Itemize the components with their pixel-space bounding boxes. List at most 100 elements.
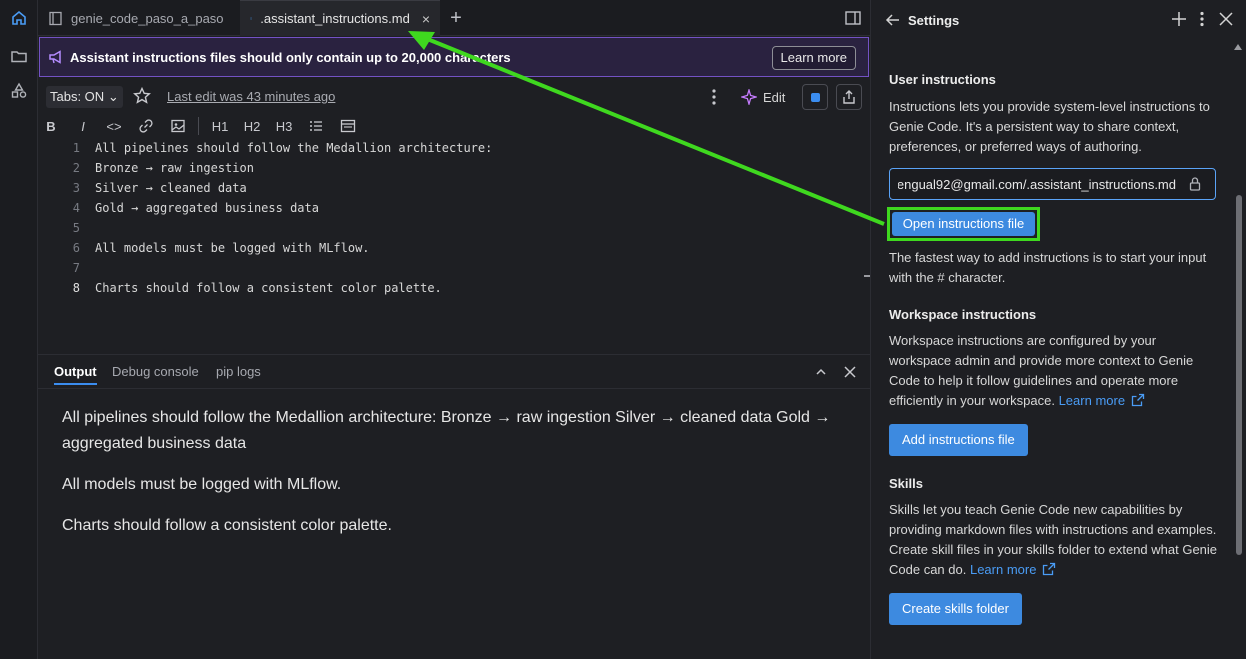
share-button[interactable] [836,84,862,110]
line-text: Bronze → raw ingestion [95,161,254,175]
section-heading: User instructions [889,72,996,87]
shapes-icon[interactable] [7,79,31,103]
open-instructions-file-button[interactable]: Open instructions file [892,212,1035,236]
record-button[interactable] [802,84,828,110]
more-options-icon[interactable] [706,87,722,107]
character-limit-banner: Assistant instructions files should only… [39,37,869,77]
code-line: 6 All models must be logged with MLflow. [38,238,862,258]
line-number: 3 [72,181,80,195]
chevron-down-icon: ⌄ [107,89,119,104]
tab-debug-console[interactable]: Debug console [112,364,199,379]
bulleted-list-button[interactable] [306,117,326,135]
close-icon[interactable]: × [422,11,430,27]
output-panel: Output Debug console pip logs All pipeli… [38,354,870,659]
code-line: 2 Bronze → raw ingestion [38,158,862,178]
tab-instructions-file[interactable]: .assistant_instructions.md × [240,0,440,36]
close-icon[interactable] [1218,11,1234,27]
code-line: 1 All pipelines should follow the Medalli… [38,138,862,158]
h1-button[interactable]: H1 [210,117,230,135]
tab-label: .assistant_instructions.md [260,11,410,26]
line-number: 2 [72,161,80,175]
megaphone-icon [49,50,61,64]
divider [198,117,199,135]
image-button[interactable] [168,117,188,135]
fastest-tip: The fastest way to add instructions is t… [889,250,1207,285]
line-number: 4 [72,201,80,215]
section-heading: Workspace instructions [889,307,1037,322]
instructions-path-input[interactable] [890,169,1176,199]
share-icon [843,90,855,104]
scroll-up-icon[interactable] [1234,44,1242,50]
settings-pane: Settings User instructions Instructions … [870,0,1246,659]
workspace-desc-text: Workspace instructions are configured by… [889,333,1194,408]
tab-bar: genie_code_paso_a_paso .assistant_instru… [38,0,870,36]
learn-more-link[interactable]: Learn more [1059,393,1125,408]
instructions-path-field[interactable] [889,168,1216,200]
learn-more-link[interactable]: Learn more [970,562,1036,577]
table-icon [340,119,356,133]
output-paragraph: All models must be logged with MLflow. [62,476,342,493]
create-skills-folder-button[interactable]: Create skills folder [889,593,1022,625]
code-line: 4 Gold → aggregated business data [38,198,862,218]
settings-scrollbar[interactable] [1233,40,1243,659]
tab-notebook[interactable]: genie_code_paso_a_paso [38,0,240,36]
line-number: 8 [72,281,80,295]
arrow-left-icon[interactable] [885,12,901,28]
tab-label: genie_code_paso_a_paso [71,10,224,26]
editor-toolbar: Tabs: ON ⌄ Last edit was 43 minutes ago … [38,82,870,112]
table-button[interactable] [338,117,358,135]
list-icon [310,121,322,131]
star-icon[interactable] [132,86,152,106]
skills-section: Skills Skills let you teach Genie Code n… [889,474,1221,580]
external-link-icon[interactable] [1042,562,1056,576]
folder-icon[interactable] [7,44,31,68]
code-line: 7 [38,258,862,278]
output-paragraph: Charts should follow a consistent color … [62,517,392,534]
scroll-thumb[interactable] [1236,195,1242,555]
code-button[interactable]: <> [104,117,124,135]
h2-button[interactable]: H2 [242,117,262,135]
more-options-icon[interactable] [1194,10,1210,28]
editor-scrollbar[interactable] [862,138,870,350]
last-edit-link[interactable]: Last edit was 43 minutes ago [167,89,335,104]
line-number: 1 [72,141,80,155]
output-paragraph: All pipelines should follow the Medallio… [62,409,831,452]
line-text: Charts should follow a consistent color … [95,281,442,295]
notebook-icon [49,11,62,25]
workspace-instructions-section: Workspace instructions Workspace instruc… [889,305,1221,411]
link-button[interactable] [136,117,156,135]
add-instructions-file-button[interactable]: Add instructions file [889,424,1028,456]
file-icon [250,17,252,20]
code-line: 8 Charts should follow a consistent color… [38,278,862,298]
section-description: Instructions lets you provide system-lev… [889,99,1210,154]
format-toolbar: B I <> H1 H2 H3 [38,114,870,138]
section-description: Workspace instructions are configured by… [889,331,1221,411]
line-number: 5 [72,221,80,235]
edit-button[interactable]: Edit [741,87,785,107]
italic-button[interactable]: I [76,117,90,135]
code-line: 3 Silver → cleaned data [38,178,862,198]
external-link-icon[interactable] [1131,393,1145,407]
sparkle-icon [741,89,757,105]
new-tab-button[interactable]: + [446,8,466,28]
tabs-toggle-dropdown[interactable]: Tabs: ON ⌄ [46,86,123,108]
line-number: 6 [72,241,80,255]
split-view-icon[interactable] [844,9,862,27]
h3-button[interactable]: H3 [274,117,294,135]
settings-header: Settings [871,0,1246,40]
lock-icon [1189,177,1201,191]
chevron-up-icon[interactable] [814,365,828,379]
code-editor[interactable]: 1 All pipelines should follow the Medalli… [38,138,862,350]
tab-output[interactable]: Output [54,364,97,385]
close-icon[interactable] [842,364,858,380]
tab-pip-logs[interactable]: pip logs [216,364,261,379]
code-line: 5 [38,218,862,238]
bold-button[interactable]: B [44,117,58,135]
plus-icon[interactable] [1170,10,1188,28]
home-icon[interactable] [7,6,31,30]
learn-more-button[interactable]: Learn more [771,46,856,70]
line-number: 7 [72,261,80,275]
settings-title: Settings [908,13,960,28]
rendered-output: All pipelines should follow the Medallio… [62,405,842,554]
section-heading: Skills [889,476,923,491]
